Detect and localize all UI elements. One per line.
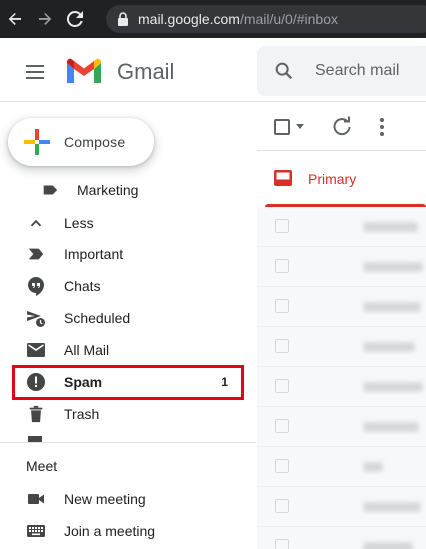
row-checkbox[interactable] bbox=[275, 419, 289, 433]
row-checkbox[interactable] bbox=[275, 259, 289, 273]
reload-icon bbox=[67, 11, 83, 27]
trash-icon bbox=[26, 404, 46, 424]
row-checkbox[interactable] bbox=[275, 459, 289, 473]
list-item[interactable] bbox=[257, 407, 426, 447]
scheduled-send-icon bbox=[26, 308, 46, 328]
url-host: mail.google.com bbox=[138, 11, 240, 27]
tabs-divider bbox=[257, 150, 426, 151]
row-checkbox[interactable] bbox=[275, 499, 289, 513]
meet-item-new-meeting[interactable]: New meeting bbox=[0, 483, 256, 515]
videocam-icon bbox=[26, 489, 46, 509]
redacted-text bbox=[363, 502, 421, 512]
row-checkbox[interactable] bbox=[275, 379, 289, 393]
url-path: /mail/u/0/#inbox bbox=[239, 11, 338, 27]
gmail-brand-text: Gmail bbox=[117, 59, 175, 84]
redacted-text bbox=[363, 422, 419, 432]
meet-item-label: New meeting bbox=[64, 491, 146, 507]
sidebar-item-scheduled[interactable]: Scheduled bbox=[0, 302, 256, 334]
meet-item-label: Join a meeting bbox=[64, 523, 156, 539]
compose-button[interactable]: Compose bbox=[8, 118, 154, 166]
redacted-text bbox=[363, 382, 423, 392]
select-all-checkbox[interactable] bbox=[274, 119, 290, 135]
search-input[interactable]: Search mail bbox=[315, 62, 399, 80]
sidebar-item-label: Trash bbox=[64, 406, 100, 422]
redacted-text bbox=[363, 342, 415, 352]
sidebar-item-marketing[interactable]: Marketing bbox=[0, 174, 256, 206]
compose-label: Compose bbox=[64, 134, 126, 150]
list-item[interactable] bbox=[257, 447, 426, 487]
row-checkbox[interactable] bbox=[275, 539, 289, 549]
redacted-text bbox=[363, 262, 423, 272]
meet-divider bbox=[0, 442, 256, 443]
lock-icon bbox=[118, 12, 128, 26]
meet-item-join-meeting[interactable]: Join a meeting bbox=[0, 515, 256, 547]
chat-icon bbox=[26, 276, 46, 296]
reload-button[interactable] bbox=[60, 0, 90, 38]
sidebar-item-label: Chats bbox=[64, 278, 101, 294]
sidebar-item-chats[interactable]: Chats bbox=[0, 270, 256, 302]
spam-highlight-box bbox=[12, 365, 244, 400]
sidebar-item-less[interactable]: Less bbox=[0, 207, 256, 239]
sidebar-item-label: Scheduled bbox=[64, 310, 131, 326]
list-item[interactable] bbox=[257, 527, 426, 549]
arrow-left-icon bbox=[8, 13, 21, 25]
keyboard-icon bbox=[26, 521, 46, 541]
meet-section-title: Meet bbox=[26, 458, 58, 474]
chevron-up-icon bbox=[26, 213, 46, 233]
compose-plus-icon bbox=[24, 129, 50, 155]
mail-icon bbox=[26, 340, 46, 360]
search-icon[interactable] bbox=[273, 60, 295, 82]
sidebar-item-label: All Mail bbox=[64, 342, 110, 358]
list-item[interactable] bbox=[257, 207, 426, 247]
sidebar-item-label: Important bbox=[64, 246, 124, 262]
sidebar-item-label: Less bbox=[64, 215, 94, 231]
list-item[interactable] bbox=[257, 487, 426, 527]
inbox-list bbox=[257, 207, 426, 549]
row-checkbox[interactable] bbox=[275, 219, 289, 233]
address-bar[interactable]: mail.google.com/mail/u/0/#inbox bbox=[106, 5, 426, 33]
main-menu-icon[interactable] bbox=[22, 60, 50, 84]
row-checkbox[interactable] bbox=[275, 299, 289, 313]
sidebar-item-all-mail[interactable]: All Mail bbox=[0, 334, 256, 366]
select-dropdown-caret-icon[interactable] bbox=[296, 124, 304, 129]
browser-toolbar: mail.google.com/mail/u/0/#inbox bbox=[0, 0, 426, 38]
sidebar-item-important[interactable]: Important bbox=[0, 238, 256, 270]
tab-primary[interactable]: Primary bbox=[308, 171, 356, 187]
row-checkbox[interactable] bbox=[275, 339, 289, 353]
list-item[interactable] bbox=[257, 367, 426, 407]
back-button[interactable] bbox=[0, 0, 30, 38]
arrow-right-icon bbox=[39, 13, 52, 25]
list-item[interactable] bbox=[257, 287, 426, 327]
sidebar-item-label: Marketing bbox=[77, 182, 139, 198]
sidebar-item-trash[interactable]: Trash bbox=[0, 398, 256, 430]
redacted-text bbox=[363, 222, 418, 232]
redacted-text bbox=[363, 462, 383, 472]
list-item[interactable] bbox=[257, 247, 426, 287]
header-divider bbox=[0, 101, 426, 102]
gmail-logo-icon[interactable] bbox=[65, 57, 103, 85]
forward-button[interactable] bbox=[30, 0, 60, 38]
refresh-icon[interactable] bbox=[331, 116, 353, 138]
list-item[interactable] bbox=[257, 327, 426, 367]
redacted-text bbox=[363, 302, 421, 312]
important-icon bbox=[26, 244, 46, 264]
label-icon bbox=[40, 180, 60, 200]
inbox-icon bbox=[274, 170, 292, 186]
search-box[interactable]: Search mail bbox=[257, 46, 426, 96]
more-vertical-icon[interactable] bbox=[371, 116, 393, 138]
redacted-text bbox=[363, 542, 413, 549]
